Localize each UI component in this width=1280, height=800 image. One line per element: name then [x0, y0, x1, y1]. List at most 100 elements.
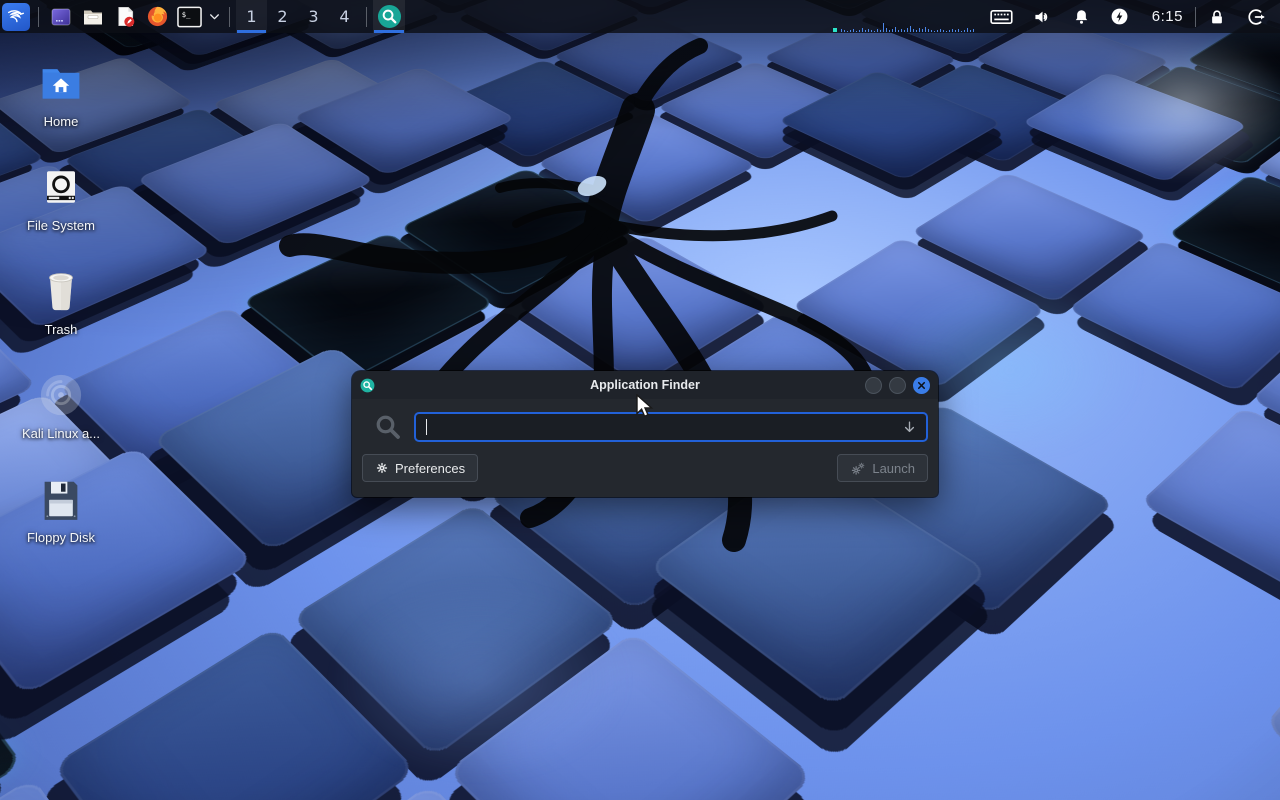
- graph-bar: [916, 30, 917, 32]
- graph-bar: [946, 31, 947, 32]
- graph-bar: [898, 30, 899, 32]
- keyboard-icon: [990, 8, 1013, 26]
- graph-bar: [895, 27, 896, 32]
- graph-bar: [943, 30, 944, 32]
- graph-bar: [844, 30, 845, 32]
- workspace-4[interactable]: 4: [329, 0, 360, 33]
- graph-bar: [850, 30, 851, 32]
- firefox-icon: [146, 5, 169, 28]
- graph-bar: [934, 31, 935, 32]
- maximize-button[interactable]: [889, 377, 906, 394]
- desktop-icon-floppy-disk[interactable]: Floppy Disk: [2, 468, 120, 572]
- workspace-1[interactable]: 1: [236, 0, 267, 33]
- arrow-down-icon[interactable]: [901, 419, 918, 436]
- wallpaper-cube: [53, 627, 417, 800]
- window-titlebar[interactable]: Application Finder: [352, 371, 938, 399]
- graph-bar: [868, 29, 869, 32]
- graph-bar: [910, 26, 911, 32]
- graph-bar: [874, 31, 875, 32]
- search-input[interactable]: [414, 412, 928, 442]
- desktop-icon-label: Home: [44, 114, 79, 129]
- graph-dot: [833, 28, 837, 32]
- home-folder-icon: [39, 58, 83, 108]
- wallpaper-cube: [841, 661, 1206, 800]
- lock-icon: [1208, 7, 1226, 27]
- graph-bar: [877, 29, 878, 32]
- volume-control-button[interactable]: [1032, 7, 1053, 27]
- desktop-icon-label: Kali Linux a...: [22, 426, 100, 441]
- app-finder-icon: [377, 4, 402, 29]
- graph-bar: [847, 31, 848, 32]
- power-manager-icon: [1110, 7, 1129, 26]
- wallpaper-cube: [1263, 587, 1280, 800]
- terminal-launcher[interactable]: $_: [173, 0, 205, 33]
- gears-icon: [850, 461, 866, 476]
- keyboard-indicator-button[interactable]: [990, 8, 1013, 26]
- applications-menu-button[interactable]: [0, 0, 32, 33]
- text-caret: [426, 419, 427, 435]
- graph-bar: [841, 29, 842, 32]
- graph-bar: [856, 31, 857, 32]
- terminal-emulator-launcher[interactable]: [45, 0, 77, 33]
- graph-bar: [937, 30, 938, 32]
- graph-bar: [865, 30, 866, 32]
- graph-bar: [883, 23, 884, 32]
- desktop-icon-trash[interactable]: Trash: [2, 260, 120, 364]
- web-browser-launcher[interactable]: [141, 0, 173, 33]
- panel-separator: [38, 7, 39, 27]
- chevron-down-icon: [208, 10, 221, 23]
- floppy-disk-icon: [41, 474, 81, 524]
- power-manager-button[interactable]: [1110, 7, 1129, 26]
- file-manager-icon: [81, 5, 105, 29]
- desktop-icon-label: Trash: [45, 322, 78, 337]
- kali-docs-icon: [38, 370, 84, 420]
- cube-pattern: [0, 0, 1280, 424]
- graph-bar: [940, 29, 941, 32]
- app-finder-launcher[interactable]: [373, 0, 405, 33]
- window-title: Application Finder: [352, 378, 938, 392]
- clock[interactable]: 6:15: [1152, 8, 1183, 25]
- terminal-window-icon: [49, 5, 73, 29]
- lock-screen-button[interactable]: [1208, 7, 1226, 27]
- volume-icon: [1032, 7, 1053, 27]
- graph-bar: [970, 30, 971, 32]
- desktop-icon-kali-linux-a[interactable]: Kali Linux a...: [2, 364, 120, 468]
- notifications-button[interactable]: [1072, 7, 1091, 27]
- file-manager-launcher[interactable]: [77, 0, 109, 33]
- launcher-menu-arrow[interactable]: [205, 0, 223, 33]
- graph-bar: [907, 28, 908, 32]
- desktop-icon-home[interactable]: Home: [2, 52, 120, 156]
- trash-icon: [42, 266, 80, 316]
- wallpaper-cube: [1090, 795, 1280, 800]
- graph-bar: [967, 28, 968, 32]
- graph-bar: [961, 31, 962, 32]
- workspace-2[interactable]: 2: [267, 0, 298, 33]
- svg-text:$_: $_: [181, 10, 190, 19]
- minimize-button[interactable]: [865, 377, 882, 394]
- graph-bar: [901, 29, 902, 32]
- graph-bar: [886, 28, 887, 32]
- top-panel: $_ 1234 6:15: [0, 0, 1280, 33]
- wallpaper-cube: [1139, 407, 1280, 621]
- text-editor-launcher[interactable]: [109, 0, 141, 33]
- workspace-3[interactable]: 3: [298, 0, 329, 33]
- desktop-icon-label: Floppy Disk: [27, 530, 95, 545]
- system-monitor-graph[interactable]: [833, 0, 976, 33]
- application-finder-window: Application Finder Preferences: [352, 371, 938, 497]
- graph-bar: [928, 29, 929, 32]
- graph-bar: [892, 29, 893, 32]
- graph-bar: [919, 28, 920, 32]
- wallpaper-cube: [654, 190, 889, 322]
- launch-button[interactable]: Launch: [837, 454, 928, 482]
- graph-bar: [853, 29, 854, 32]
- graph-bar: [889, 30, 890, 32]
- preferences-button[interactable]: Preferences: [362, 454, 478, 482]
- app-finder-icon: [360, 378, 375, 393]
- close-button[interactable]: [913, 377, 930, 394]
- panel-separator: [366, 7, 367, 27]
- graph-bar: [931, 30, 932, 32]
- log-out-button[interactable]: [1246, 7, 1266, 27]
- desktop-icon-file-system[interactable]: File System: [2, 156, 120, 260]
- graph-bar: [964, 30, 965, 32]
- wallpaper-cube: [791, 237, 1047, 389]
